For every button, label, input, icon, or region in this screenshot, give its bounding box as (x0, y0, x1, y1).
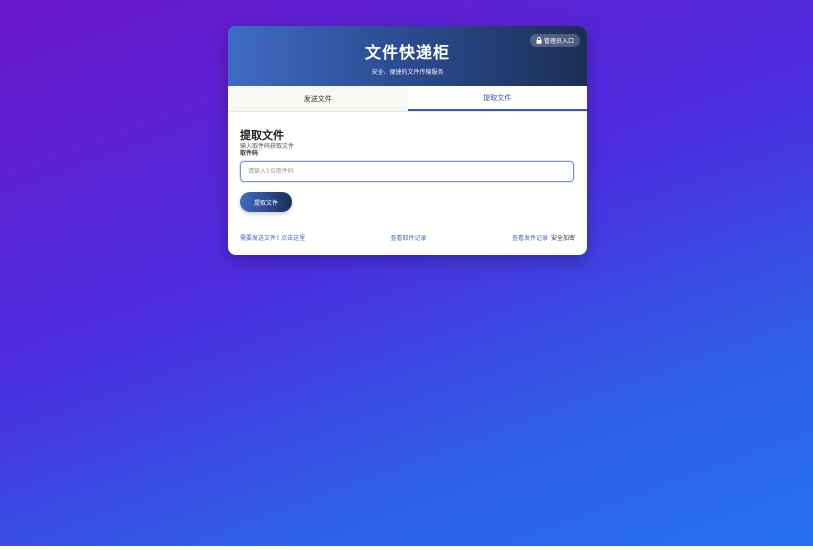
header: 文件快递柜 安全、便捷的文件传输服务 管理员入口 (228, 26, 587, 86)
tab-send-file[interactable]: 发送文件 (228, 86, 408, 111)
bottom-edge (0, 546, 813, 550)
pickup-submit-button[interactable]: 提取文件 (240, 192, 292, 212)
send-records-link[interactable]: 查看发件记录 (512, 233, 548, 242)
tab-pickup-file[interactable]: 提取文件 (407, 86, 587, 111)
pickup-code-input[interactable] (240, 161, 574, 182)
admin-entry-button[interactable]: 管理员入口 (529, 34, 580, 47)
pickup-records-link[interactable]: 查看取件记录 (391, 233, 427, 242)
tab-bar: 发送文件 提取文件 (228, 86, 587, 112)
admin-entry-label: 管理员入口 (543, 38, 574, 45)
app-subtitle: 安全、便捷的文件传输服务 (371, 69, 444, 76)
lock-icon (536, 37, 542, 44)
file-locker-card: 文件快递柜 安全、便捷的文件传输服务 管理员入口 发送文件 提取文件 提取文件 … (228, 26, 587, 255)
footer-links: 需要发送文件? 点击这里 查看取件记录 查看发件记录 安全加密 (240, 233, 575, 242)
footer-right-group: 查看发件记录 安全加密 (512, 233, 575, 242)
secure-encryption-text: 安全加密 (550, 235, 575, 242)
pickup-code-label: 取件码 (240, 150, 259, 157)
send-file-link[interactable]: 需要发送文件? 点击这里 (240, 233, 305, 242)
